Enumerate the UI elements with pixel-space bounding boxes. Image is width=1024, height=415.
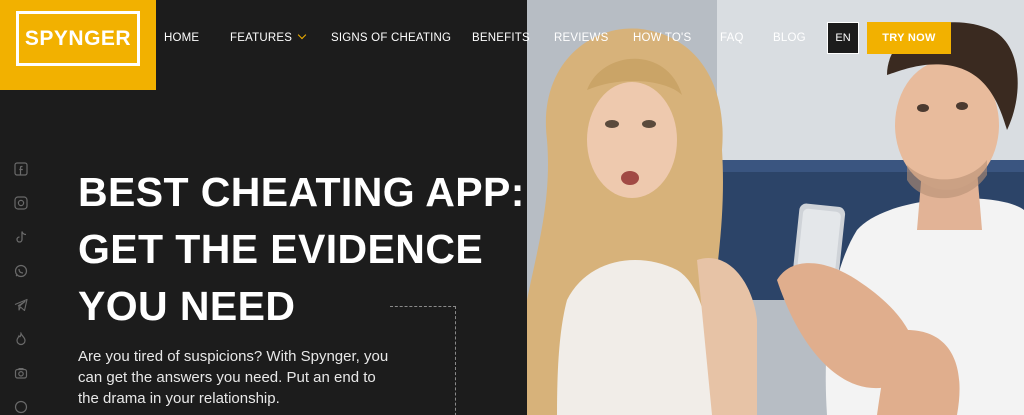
hero-headline-line-2: GET THE EVIDENCE [78, 226, 484, 272]
nav-item-home[interactable]: HOME [164, 22, 199, 54]
nav-item-blog[interactable]: BLOG [773, 22, 806, 54]
nav-item-faq[interactable]: FAQ [720, 22, 744, 54]
nav-item-features-label: FEATURES [230, 32, 293, 44]
facebook-icon[interactable] [14, 162, 28, 176]
whatsapp-icon[interactable] [14, 264, 28, 278]
hero-headline-line-3: YOU NEED [78, 283, 296, 329]
chat-icon[interactable] [14, 400, 28, 414]
hero-photo [527, 0, 1024, 415]
main-nav: HOME FEATURES SIGNS OF CHEATING BENEFITS… [0, 22, 1024, 54]
nav-item-features[interactable]: FEATURES [230, 22, 307, 54]
instagram-icon[interactable] [14, 196, 28, 210]
tiktok-icon[interactable] [14, 230, 28, 244]
nav-item-benefits[interactable]: BENEFITS [472, 22, 530, 54]
tinder-icon[interactable] [14, 332, 28, 346]
try-now-button[interactable]: TRY NOW [867, 22, 951, 54]
hero-headline-line-1: BEST CHEATING APP: [78, 169, 525, 215]
couple-photo-illustration [527, 0, 1024, 415]
nav-item-how-tos[interactable]: HOW TO'S [633, 22, 691, 54]
chevron-down-icon [297, 30, 307, 40]
telegram-icon[interactable] [14, 298, 28, 312]
social-links [14, 162, 32, 415]
language-button[interactable]: EN [827, 22, 859, 54]
nav-item-signs-of-cheating[interactable]: SIGNS OF CHEATING [331, 22, 451, 54]
hero-subtext: Are you tired of suspicions? With Spynge… [78, 348, 389, 407]
camera-icon[interactable] [14, 366, 28, 380]
nav-item-reviews[interactable]: REVIEWS [554, 22, 608, 54]
hero-headline: BEST CHEATING APP: GET THE EVIDENCE YOU … [78, 164, 558, 335]
